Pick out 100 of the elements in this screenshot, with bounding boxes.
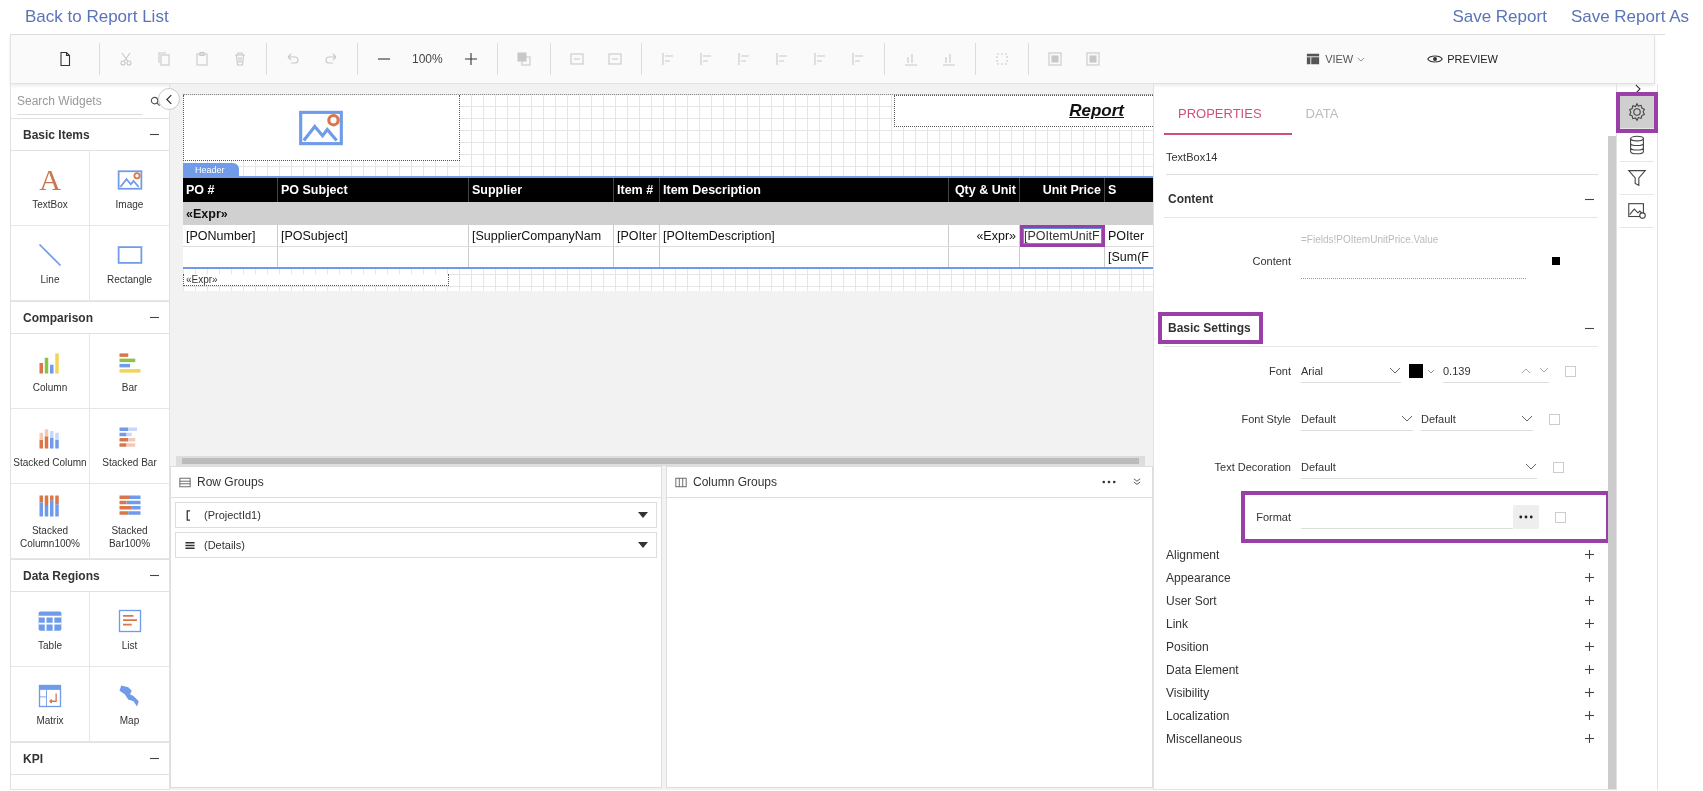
widget-item[interactable]: Line [11, 226, 90, 301]
panel-tab[interactable]: PROPERTIES [1164, 91, 1292, 135]
widget-item[interactable]: Column [11, 334, 90, 409]
widget-item[interactable]: Table [11, 592, 90, 667]
zoom-level[interactable]: 100% [404, 52, 451, 66]
plus-icon[interactable] [1585, 642, 1594, 651]
field-label: Font Style [1240, 413, 1292, 425]
checkbox[interactable] [1553, 461, 1564, 473]
widget-item[interactable]: Stacked Bar100% [90, 484, 169, 559]
spinner-icon[interactable] [1521, 367, 1549, 374]
widget-item[interactable]: List [90, 592, 169, 667]
plus-icon[interactable] [1585, 573, 1594, 582]
table-cell[interactable]: [POItemDescription] [660, 225, 949, 246]
group-item[interactable]: (Details) [175, 532, 657, 558]
image-settings-icon [1626, 200, 1648, 222]
search-field[interactable]: Search Widgets [17, 87, 142, 115]
search-icon [150, 95, 161, 107]
preview-button[interactable]: PREVIEW [1421, 51, 1504, 67]
lines-icon [184, 539, 196, 551]
section-title: Link [1165, 616, 1188, 631]
table-cell[interactable]: POIter [1105, 225, 1153, 246]
scrollbar[interactable] [176, 456, 1145, 466]
image-item[interactable] [183, 95, 460, 161]
chevron-down-icon [1401, 415, 1413, 422]
section-title: Alignment [1165, 547, 1220, 562]
field-label: Format [1255, 511, 1292, 523]
table-cell[interactable]: [SupplierCompanyNam [469, 225, 614, 246]
chevron-left-icon [165, 93, 173, 105]
columns-icon [675, 476, 687, 488]
caret-icon [1357, 56, 1366, 62]
more-icon [1519, 515, 1533, 519]
eye-icon [1427, 52, 1444, 66]
chevron-down-icon[interactable] [1130, 478, 1144, 486]
caret-icon[interactable] [1427, 368, 1435, 374]
widget-item[interactable]: Image [90, 151, 169, 226]
plus-icon[interactable] [1585, 711, 1594, 720]
dropdown-icon[interactable] [638, 512, 648, 518]
plus-icon[interactable] [1585, 596, 1594, 605]
widget-item[interactable]: Matrix [11, 667, 90, 742]
checkbox[interactable] [1565, 365, 1576, 377]
dropdown-icon[interactable] [638, 542, 648, 548]
widget-item[interactable]: Stacked Bar [90, 409, 169, 484]
gear-icon [1626, 101, 1648, 123]
field-label: Content [1251, 255, 1292, 267]
table-cell[interactable]: [POSubject] [278, 225, 469, 246]
name-field[interactable]: TextBox14 [1166, 140, 1598, 175]
section-title: Content [1167, 191, 1215, 208]
table-cell[interactable]: «Expr» [949, 225, 1020, 246]
field-label: Text Decoration [1213, 461, 1292, 473]
plus-icon[interactable] [1585, 665, 1594, 674]
table-cell[interactable]: [POItemUnitF [1020, 225, 1105, 247]
footer-item[interactable]: «Expr» [183, 274, 449, 286]
widget-item[interactable]: Stacked Column100% [11, 484, 90, 559]
style-dropdown[interactable]: Default [1421, 407, 1533, 431]
scrollbar[interactable] [1608, 136, 1616, 789]
section-title: User Sort [1165, 593, 1217, 608]
save-link[interactable]: Save Report [1452, 7, 1547, 27]
table-cell[interactable]: [Sum(F [1105, 247, 1153, 267]
widget-item[interactable]: Rectangle [90, 226, 169, 301]
plus-icon[interactable] [1585, 734, 1594, 743]
plus-icon[interactable] [1585, 619, 1594, 628]
filter-icon [1626, 167, 1648, 189]
more-icon[interactable] [1102, 478, 1116, 486]
checkbox[interactable] [1555, 511, 1566, 523]
group-item[interactable]: (ProjectId1) [175, 502, 657, 528]
title-item[interactable]: Report [893, 95, 1153, 127]
section-title: KPI [23, 751, 43, 766]
table-cell[interactable]: [POIter [614, 225, 660, 246]
chevron-down-icon [1521, 415, 1533, 422]
section-title: Localization [1165, 708, 1230, 723]
checkbox[interactable] [1549, 413, 1560, 425]
color-swatch[interactable] [1409, 364, 1423, 378]
save-link[interactable]: Save Report As [1570, 7, 1689, 27]
field-label: Font [1268, 365, 1292, 377]
section-title: Basic Settings [1158, 312, 1263, 344]
section-title: Data Element [1165, 662, 1239, 677]
widget-item[interactable]: Map [90, 667, 169, 742]
rows-icon [179, 476, 191, 488]
size-field[interactable]: 0.139 [1443, 359, 1549, 383]
decoration-dropdown[interactable]: Default [1301, 455, 1537, 479]
widget-item[interactable]: A TextBox [11, 151, 90, 226]
view-button[interactable]: VIEW [1299, 51, 1372, 67]
panel-title: Row Groups [197, 475, 264, 489]
style-dropdown[interactable]: Default [1301, 407, 1413, 431]
layout-icon [1305, 52, 1322, 66]
collapse-button[interactable] [158, 88, 180, 110]
section-title: Appearance [1165, 570, 1231, 585]
table-cell[interactable]: [PONumber] [183, 225, 278, 246]
textbox-icon: A [39, 165, 61, 194]
plus-icon[interactable] [1585, 688, 1594, 697]
back-link[interactable]: Back to Report List [25, 7, 169, 27]
widget-item[interactable]: Stacked Column [11, 409, 90, 484]
more-button[interactable] [1513, 505, 1539, 529]
section-title: Comparison [23, 310, 93, 325]
plus-icon[interactable] [1585, 550, 1594, 559]
group-cell[interactable]: «Expr» [183, 202, 231, 225]
chevron-down-icon [1389, 367, 1401, 374]
font-dropdown[interactable]: Arial [1301, 359, 1401, 383]
widget-item[interactable]: Bar [90, 334, 169, 409]
section-title: Miscellaneous [1165, 731, 1243, 746]
